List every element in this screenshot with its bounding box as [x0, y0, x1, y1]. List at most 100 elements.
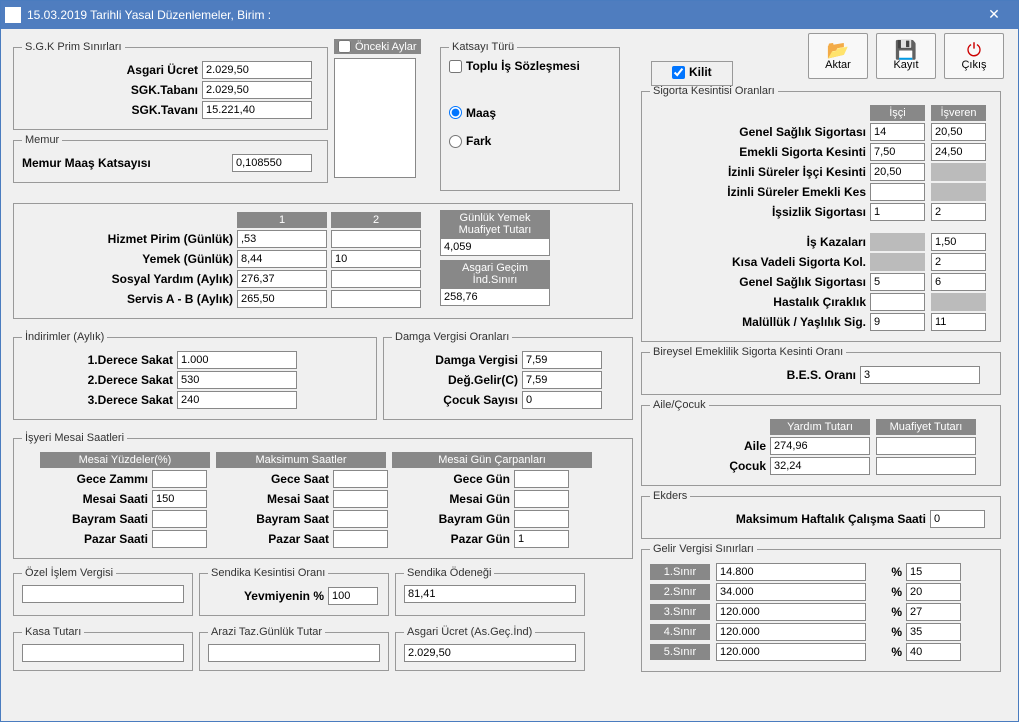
power-icon: ⏻: [967, 41, 981, 59]
memur-fieldset: Memur Memur Maaş Katsayısı: [13, 134, 328, 183]
sinir5-pct-input[interactable]: [906, 643, 961, 661]
hizmet-2-input[interactable]: [331, 230, 421, 248]
gece-saat-input[interactable]: [333, 470, 388, 488]
arazi-input[interactable]: [208, 644, 380, 662]
emekli-isci-input[interactable]: [870, 143, 925, 161]
fark-radio[interactable]: Fark: [449, 134, 491, 148]
kilit-check[interactable]: Kilit: [672, 65, 712, 79]
asgari-ucret-input[interactable]: [202, 61, 312, 79]
toplu-is-check[interactable]: Toplu İş Sözleşmesi: [449, 59, 580, 73]
asgari-gecim-input[interactable]: [440, 288, 550, 306]
sinir2-input[interactable]: [716, 583, 866, 601]
indirimler-fieldset: İndirimler (Aylık) 1.Derece Sakat 2.Dere…: [13, 331, 377, 420]
sendika-kesinti-fieldset: Sendika Kesintisi OranıYevmiyenin %: [199, 567, 389, 616]
titlebar: 15.03.2019 Tarihli Yasal Düzenlemeler, B…: [1, 1, 1018, 29]
sosyal-1-input[interactable]: [237, 270, 327, 288]
emekli-isveren-input[interactable]: [931, 143, 986, 161]
issizlik-isci-input[interactable]: [870, 203, 925, 221]
cocuk-sayisi-input[interactable]: [522, 391, 602, 409]
yemek-2-input[interactable]: [331, 250, 421, 268]
close-button[interactable]: ✕: [974, 3, 1014, 27]
sakat-1-input[interactable]: [177, 351, 297, 369]
sinir3-pct-input[interactable]: [906, 603, 961, 621]
sgk-tavan-input[interactable]: [202, 101, 312, 119]
cikis-button[interactable]: ⏻Çıkış: [944, 33, 1004, 79]
servis-1-input[interactable]: [237, 290, 327, 308]
gss2-isveren-input[interactable]: [931, 273, 986, 291]
gss-isci-input[interactable]: [870, 123, 925, 141]
gss2-isci-input[interactable]: [870, 273, 925, 291]
pazar-saat-input[interactable]: [333, 530, 388, 548]
bayram-saat-input[interactable]: [333, 510, 388, 528]
yevmiye-input[interactable]: [328, 587, 378, 605]
arazi-fieldset: Arazi Taz.Günlük Tutar: [199, 626, 389, 671]
gece-gun-input[interactable]: [514, 470, 569, 488]
sinir2-pct-input[interactable]: [906, 583, 961, 601]
kisa-isveren-input[interactable]: [931, 253, 986, 271]
ozel-islem-input[interactable]: [22, 585, 184, 603]
sinir3-input[interactable]: [716, 603, 866, 621]
sakat-2-input[interactable]: [177, 371, 297, 389]
sinir1-input[interactable]: [716, 563, 866, 581]
disabled-cell: [870, 253, 925, 271]
gunluk-yemek-input[interactable]: [440, 238, 550, 256]
sendika-odenegi-fieldset: Sendika Ödeneği: [395, 567, 585, 616]
gece-zammi-input[interactable]: [152, 470, 207, 488]
aktar-button[interactable]: 📂Aktar: [808, 33, 868, 79]
onceki-aylar-list[interactable]: [334, 58, 416, 178]
disabled-cell: [931, 163, 986, 181]
izin-emekli-input[interactable]: [870, 183, 925, 201]
mesai-saati-input[interactable]: [152, 490, 207, 508]
mesai-saat-input[interactable]: [333, 490, 388, 508]
daily-fieldset: 12 Hizmet Pirim (Günlük) Yemek (Günlük) …: [13, 203, 633, 319]
maas-radio[interactable]: Maaş: [449, 106, 496, 120]
asgari-ind-input[interactable]: [404, 644, 576, 662]
memur-katsayi-input[interactable]: [232, 154, 312, 172]
bes-input[interactable]: [860, 366, 980, 384]
kayit-button[interactable]: 💾Kayıt: [876, 33, 936, 79]
disabled-cell: [931, 293, 986, 311]
sgk-taban-input[interactable]: [202, 81, 312, 99]
sgk-fieldset: S.G.K Prim Sınırları Asgari Ücret SGK.Ta…: [13, 41, 328, 130]
sinir1-pct-input[interactable]: [906, 563, 961, 581]
kasa-fieldset: Kasa Tutarı: [13, 626, 193, 671]
sinir5-input[interactable]: [716, 643, 866, 661]
deg-gelir-input[interactable]: [522, 371, 602, 389]
yemek-1-input[interactable]: [237, 250, 327, 268]
hizmet-1-input[interactable]: [237, 230, 327, 248]
izin-isci-input[interactable]: [870, 163, 925, 181]
malulluk-isveren-input[interactable]: [931, 313, 986, 331]
bayram-gun-input[interactable]: [514, 510, 569, 528]
aile-yardim-input[interactable]: [770, 437, 870, 455]
hastalik-isci-input[interactable]: [870, 293, 925, 311]
bayram-saati-input[interactable]: [152, 510, 207, 528]
sosyal-2-input[interactable]: [331, 270, 421, 288]
bes-fieldset: Bireysel Emeklilik Sigorta Kesinti Oranı…: [641, 346, 1001, 395]
onceki-aylar-check[interactable]: Önceki Aylar: [334, 39, 421, 54]
sinir4-pct-input[interactable]: [906, 623, 961, 641]
folder-icon: 📂: [827, 41, 849, 59]
mesai-gun-input[interactable]: [514, 490, 569, 508]
app-icon: [5, 7, 21, 23]
disabled-cell: [931, 183, 986, 201]
gss-isveren-input[interactable]: [931, 123, 986, 141]
sigorta-fieldset: Sigorta Kesintisi Oranları İşçiİşveren G…: [641, 85, 1001, 342]
kaza-isveren-input[interactable]: [931, 233, 986, 251]
damga-fieldset: Damga Vergisi Oranları Damga Vergisi Değ…: [383, 331, 633, 420]
sakat-3-input[interactable]: [177, 391, 297, 409]
ekders-input[interactable]: [930, 510, 985, 528]
cocuk-muaf-input[interactable]: [876, 457, 976, 475]
sendika-odenegi-input[interactable]: [404, 585, 576, 603]
pazar-saati-input[interactable]: [152, 530, 207, 548]
katsayi-fieldset: Katsayı Türü Toplu İş Sözleşmesi Maaş Fa…: [440, 41, 620, 191]
damga-vergisi-input[interactable]: [522, 351, 602, 369]
servis-2-input[interactable]: [331, 290, 421, 308]
issizlik-isveren-input[interactable]: [931, 203, 986, 221]
aile-fieldset: Aile/Çocuk Yardım TutarıMuafiyet Tutarı …: [641, 399, 1001, 486]
cocuk-yardim-input[interactable]: [770, 457, 870, 475]
kasa-input[interactable]: [22, 644, 184, 662]
pazar-gun-input[interactable]: [514, 530, 569, 548]
aile-muaf-input[interactable]: [876, 437, 976, 455]
malulluk-isci-input[interactable]: [870, 313, 925, 331]
sinir4-input[interactable]: [716, 623, 866, 641]
